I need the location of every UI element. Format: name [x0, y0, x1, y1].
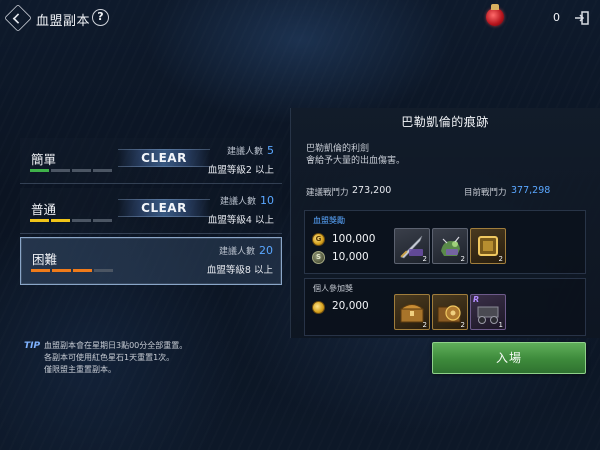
difficulty-hard[interactable]: 困難 建議人數 20 血盟等級8 以上 — [20, 237, 282, 285]
level-requirement: 血盟等級2 以上 — [207, 165, 274, 176]
tip-line: 各副本可使用紅色星石1天重置1次。 — [44, 353, 175, 362]
current-power-label: 目前戰鬥力 — [464, 188, 507, 198]
item-count: 2 — [422, 321, 427, 329]
recommended-count: 10 — [260, 194, 274, 207]
recommended-players: 建議人數 5 — [227, 144, 274, 157]
recommended-label: 建議人數 — [226, 147, 263, 157]
item-count: 1 — [498, 321, 503, 329]
weapon-item-icon[interactable]: 2 — [394, 228, 430, 264]
top-bar: 血盟副本 ? 0 — [0, 0, 600, 36]
exit-icon[interactable] — [574, 10, 590, 26]
rarity-label: R — [473, 295, 480, 304]
item-count: 2 — [498, 255, 503, 263]
difficulty-easy[interactable]: 簡單 CLEAR 建議人數 5 血盟等級2 以上 — [20, 138, 282, 184]
golden-frame-item-icon[interactable]: 2 — [470, 228, 506, 264]
difficulty-bar — [30, 169, 112, 172]
clear-badge: CLEAR — [118, 199, 210, 217]
level-requirement: 血盟等級8 以上 — [206, 265, 273, 276]
red-starstone-icon — [486, 4, 504, 26]
recommended-count: 20 — [259, 244, 273, 257]
gold-coin-icon — [312, 301, 325, 314]
clan-reward-title: 血盟獎勵 — [313, 216, 345, 225]
personal-gold-amount: 20,000 — [332, 300, 369, 312]
help-icon[interactable]: ? — [92, 9, 109, 26]
difficulty-bar — [31, 269, 113, 272]
treasure-chest-icon[interactable]: 2 — [394, 294, 430, 330]
tip-line: 僅限盟主重置副本。 — [44, 365, 116, 374]
clan-coin-icon: S — [312, 251, 325, 264]
tip-line: 血盟副本會在星期日3點00分全部重置。 — [44, 341, 188, 350]
difficulty-name: 困難 — [32, 252, 58, 267]
item-count: 2 — [460, 255, 465, 263]
description-line: 會給予大量的出血傷害。 — [306, 156, 406, 166]
page-title: 血盟副本 — [36, 14, 91, 29]
currency-value: 0 — [553, 11, 560, 24]
clan-gold-amount: 100,000 — [332, 233, 376, 245]
mount-item-icon[interactable]: 2 — [432, 228, 468, 264]
clear-badge: CLEAR — [118, 149, 210, 167]
difficulty-normal[interactable]: 普通 CLEAR 建議人數 10 血盟等級4 以上 — [20, 188, 282, 234]
tip-text: 血盟副本會在星期日3點00分全部重置。 各副本可使用紅色星石1天重置1次。 僅限… — [44, 340, 187, 376]
difficulty-name: 簡單 — [31, 152, 57, 167]
recommended-players: 建議人數 10 — [220, 194, 274, 207]
enter-button[interactable]: 入場 — [432, 342, 586, 374]
gold-coin-icon: G — [312, 233, 325, 246]
difficulty-bar — [30, 219, 112, 222]
clan-coin-amount: 10,000 — [332, 251, 369, 263]
recommended-label: 建議人數 — [219, 197, 256, 207]
back-icon[interactable] — [4, 4, 32, 32]
dungeon-title: 巴勒凱倫的痕跡 — [401, 115, 489, 129]
level-requirement: 血盟等級4 以上 — [207, 215, 274, 226]
recommended-power-label: 建議戰鬥力 — [306, 188, 349, 198]
item-count: 2 — [460, 321, 465, 329]
current-power-value: 377,298 — [511, 185, 551, 196]
cart-item-icon[interactable]: R 1 — [470, 294, 506, 330]
item-count: 2 — [422, 255, 427, 263]
description-line: 巴勒凱倫的利劍 — [306, 144, 370, 154]
recommended-count: 5 — [267, 144, 274, 157]
difficulty-name: 普通 — [31, 202, 57, 217]
personal-reward-title: 個人參加獎 — [313, 284, 353, 293]
recommended-players: 建議人數 20 — [219, 244, 273, 257]
dungeon-description: 巴勒凱倫的利劍 會給予大量的出血傷害。 — [306, 143, 405, 167]
tip-label: TIP — [24, 341, 41, 351]
recommended-power-value: 273,200 — [352, 185, 392, 196]
recommended-label: 建議人數 — [218, 247, 255, 257]
shield-chest-icon[interactable]: 2 — [432, 294, 468, 330]
